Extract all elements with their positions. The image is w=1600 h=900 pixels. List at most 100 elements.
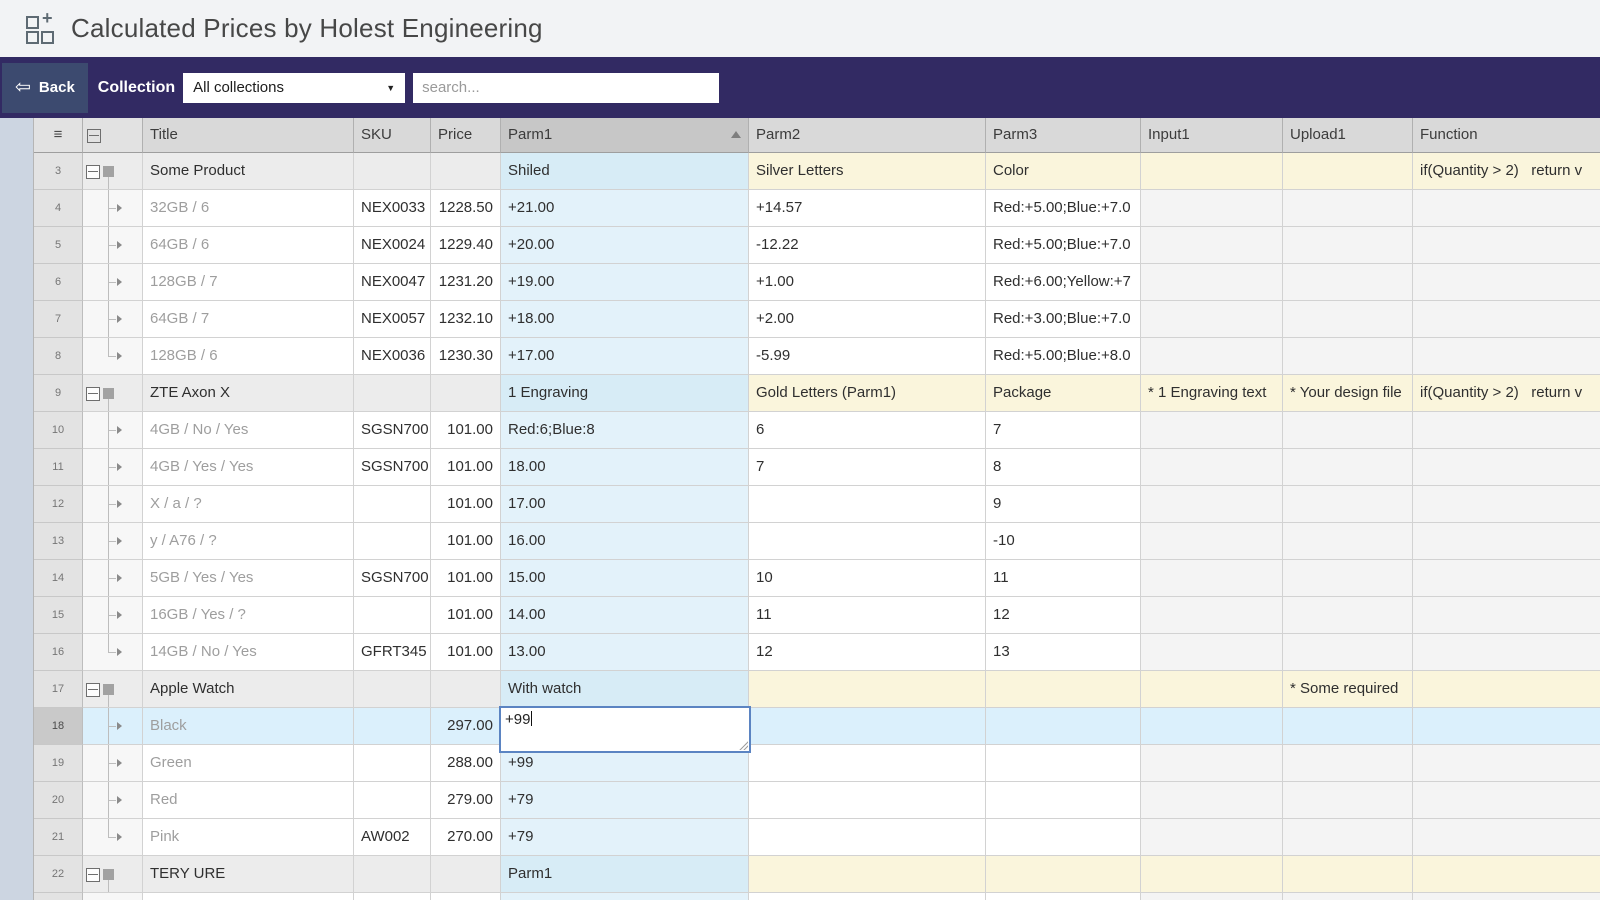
cell-upload1[interactable] xyxy=(1283,893,1413,900)
cell-parm2[interactable] xyxy=(749,819,986,856)
collection-select[interactable]: All collections ▼ xyxy=(183,73,405,103)
cell-input1[interactable] xyxy=(1141,301,1283,338)
cell-price[interactable] xyxy=(431,153,501,190)
cell-parm3[interactable] xyxy=(986,782,1141,819)
cell-parm3[interactable] xyxy=(986,856,1141,893)
cell-parm2[interactable]: +2.00 xyxy=(749,301,986,338)
cell-sku[interactable]: NEX0033 xyxy=(354,190,431,227)
cell-price[interactable]: 297.00 xyxy=(431,708,501,745)
cell-parm2[interactable]: Gold Letters (Parm1) xyxy=(749,375,986,412)
cell-parm3[interactable]: 8 xyxy=(986,449,1141,486)
cell-title[interactable]: ZTE Axon X xyxy=(143,375,354,412)
cell-price[interactable]: 101.00 xyxy=(431,449,501,486)
cell-upload1[interactable] xyxy=(1283,412,1413,449)
cell-title[interactable]: y / A76 / ? xyxy=(143,523,354,560)
cell-parm1[interactable]: +19.00 xyxy=(501,264,749,301)
cell-sku[interactable]: NEX0047 xyxy=(354,264,431,301)
cell-parm3[interactable]: 13 xyxy=(986,634,1141,671)
cell-parm3[interactable]: Package xyxy=(986,375,1141,412)
cell-price[interactable]: 101.00 xyxy=(431,523,501,560)
cell-parm3[interactable]: -10 xyxy=(986,523,1141,560)
cell-upload1[interactable] xyxy=(1283,745,1413,782)
cell-title[interactable]: 128GB / 7 xyxy=(143,264,354,301)
cell-upload1[interactable] xyxy=(1283,486,1413,523)
cell-input1[interactable] xyxy=(1141,227,1283,264)
cell-input1[interactable] xyxy=(1141,856,1283,893)
cell-parm2[interactable] xyxy=(749,893,986,900)
cell-parm2[interactable] xyxy=(749,708,986,745)
cell-upload1[interactable] xyxy=(1283,597,1413,634)
cell-title[interactable]: 4GB / No / Yes xyxy=(143,412,354,449)
cell-function[interactable] xyxy=(1413,856,1600,893)
cell-input1[interactable] xyxy=(1141,449,1283,486)
cell-title[interactable] xyxy=(143,893,354,900)
cell-price[interactable]: 1231.20 xyxy=(431,264,501,301)
cell-upload1[interactable] xyxy=(1283,560,1413,597)
collapse-icon[interactable] xyxy=(86,868,100,882)
cell-function[interactable] xyxy=(1413,190,1600,227)
cell-upload1[interactable] xyxy=(1283,782,1413,819)
cell-function[interactable] xyxy=(1413,745,1600,782)
cell-price[interactable] xyxy=(431,856,501,893)
cell-price[interactable]: 101.00 xyxy=(431,597,501,634)
cell-function[interactable] xyxy=(1413,486,1600,523)
cell-parm2[interactable]: +14.57 xyxy=(749,190,986,227)
column-header-title[interactable]: Title xyxy=(143,118,354,153)
cell-input1[interactable] xyxy=(1141,671,1283,708)
row-header[interactable]: 17 xyxy=(34,671,83,708)
cell-input1[interactable] xyxy=(1141,486,1283,523)
cell-parm3[interactable] xyxy=(986,708,1141,745)
cell-function[interactable] xyxy=(1413,819,1600,856)
cell-upload1[interactable] xyxy=(1283,190,1413,227)
collapse-all-cell[interactable] xyxy=(83,118,143,153)
cell-input1[interactable] xyxy=(1141,819,1283,856)
row-header[interactable]: 12 xyxy=(34,486,83,523)
cell-parm1[interactable]: 16.00 xyxy=(501,523,749,560)
cell-input1[interactable] xyxy=(1141,745,1283,782)
row-header[interactable]: 4 xyxy=(34,190,83,227)
cell-upload1[interactable]: * Your design file xyxy=(1283,375,1413,412)
cell-input1[interactable] xyxy=(1141,634,1283,671)
cell-function[interactable]: if(Quantity > 2) return v xyxy=(1413,153,1600,190)
row-header[interactable]: 9 xyxy=(34,375,83,412)
row-header[interactable]: 13 xyxy=(34,523,83,560)
cell-parm1[interactable]: 14.00 xyxy=(501,597,749,634)
cell-parm1[interactable]: 15.00 xyxy=(501,560,749,597)
cell-parm2[interactable] xyxy=(749,523,986,560)
row-header[interactable]: 14 xyxy=(34,560,83,597)
cell-title[interactable]: 4GB / Yes / Yes xyxy=(143,449,354,486)
cell-function[interactable] xyxy=(1413,560,1600,597)
cell-price[interactable]: 270.00 xyxy=(431,819,501,856)
cell-upload1[interactable] xyxy=(1283,523,1413,560)
cell-input1[interactable] xyxy=(1141,338,1283,375)
cell-parm2[interactable]: 6 xyxy=(749,412,986,449)
cell-title[interactable]: 16GB / Yes / ? xyxy=(143,597,354,634)
cell-sku[interactable] xyxy=(354,486,431,523)
cell-title[interactable]: Some Product xyxy=(143,153,354,190)
group-handle-icon[interactable] xyxy=(103,869,114,880)
cell-parm2[interactable]: 10 xyxy=(749,560,986,597)
column-header-parm3[interactable]: Parm3 xyxy=(986,118,1141,153)
row-header[interactable]: 20 xyxy=(34,782,83,819)
cell-title[interactable]: 14GB / No / Yes xyxy=(143,634,354,671)
search-input[interactable] xyxy=(413,73,719,103)
cell-sku[interactable]: NEX0057 xyxy=(354,301,431,338)
cell-price[interactable]: 1230.30 xyxy=(431,338,501,375)
cell-upload1[interactable] xyxy=(1283,264,1413,301)
collapse-icon[interactable] xyxy=(86,387,100,401)
group-handle-icon[interactable] xyxy=(103,166,114,177)
cell-parm1[interactable]: +79 xyxy=(501,819,749,856)
cell-parm1[interactable]: +18.00 xyxy=(501,301,749,338)
cell-parm2[interactable]: Silver Letters xyxy=(749,153,986,190)
cell-parm3[interactable] xyxy=(986,819,1141,856)
cell-sku[interactable] xyxy=(354,523,431,560)
cell-parm3[interactable]: Red:+5.00;Blue:+8.0 xyxy=(986,338,1141,375)
cell-parm1[interactable]: 18.00 xyxy=(501,449,749,486)
cell-upload1[interactable] xyxy=(1283,153,1413,190)
cell-function[interactable] xyxy=(1413,338,1600,375)
row-header[interactable] xyxy=(34,893,83,900)
cell-input1[interactable]: * 1 Engraving text xyxy=(1141,375,1283,412)
row-header[interactable]: 6 xyxy=(34,264,83,301)
cell-function[interactable] xyxy=(1413,634,1600,671)
cell-input1[interactable] xyxy=(1141,153,1283,190)
